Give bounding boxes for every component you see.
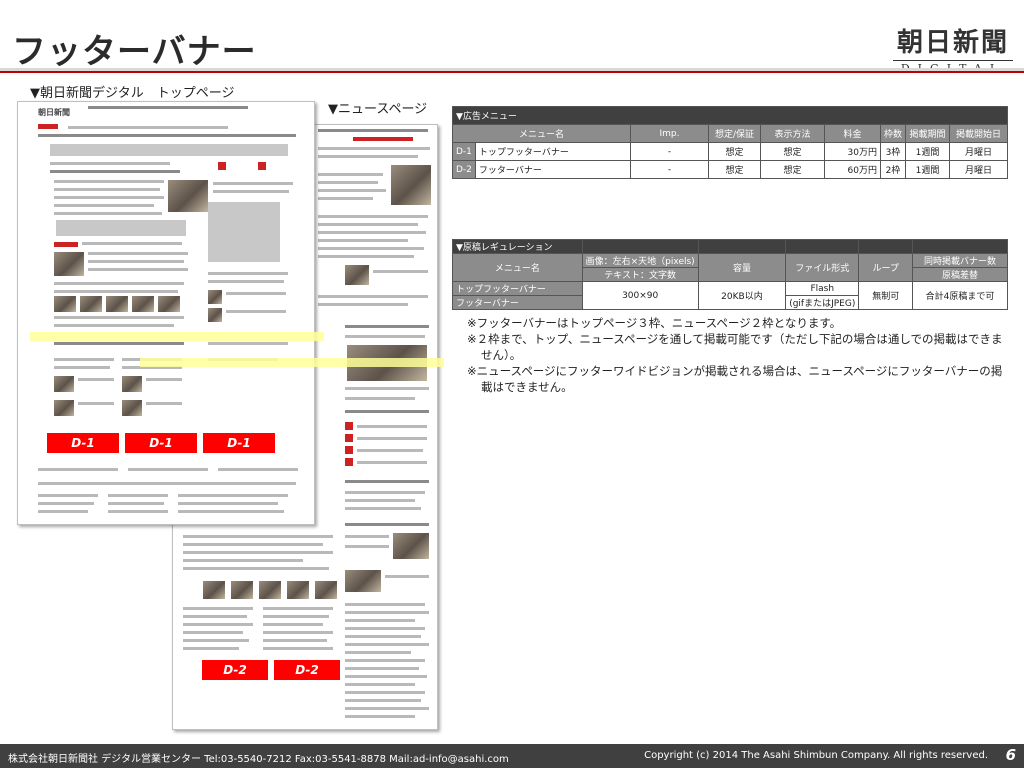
news-highlight-bar: [140, 358, 444, 367]
reg-header-rotation: 原稿差替: [912, 267, 1008, 282]
reg-row-top-footer: トップフッターバナー: [452, 281, 583, 296]
footer-copyright: Copyright (c) 2014 The Asahi Shimbun Com…: [644, 750, 988, 761]
reg-size: 300×90: [581, 281, 699, 310]
footer: 株式会社朝日新聞社 デジタル営業センター Tel:03-5540-7212 Fa…: [0, 744, 1024, 768]
header-start: 掲載開始日: [949, 124, 1008, 143]
ad-menu-table: ▼広告メニュー メニュー名 Imp. 想定/保証 表示方法 料金 枠数 掲載期間…: [452, 106, 1008, 179]
reg-header-text: テキスト：文字数: [581, 267, 699, 282]
caption-news-page: ▼ニュースページ: [328, 102, 428, 117]
note-2: ※２枠まで、トップ、ニュースページを通して掲載可能です（ただし下記の場合は通しで…: [467, 332, 1003, 362]
notes: ※フッターバナーはトップページ３枠、ニュースページ２枠となります。 ※２枠まで、…: [467, 315, 1007, 395]
menu-row-d2: D-2 フッターバナー - 想定 想定 60万円 2枠 1週間 月曜日: [452, 160, 1008, 179]
banner-d2-1: D-2: [202, 660, 268, 680]
header-imp: Imp.: [629, 124, 709, 143]
banner-d1-2: D-1: [125, 433, 197, 453]
banner-d1-3: D-1: [203, 433, 275, 453]
page-number: 6: [1005, 746, 1016, 764]
reg-format-image: (gifまたはJPEG): [785, 295, 860, 310]
reg-header-image: 画像：左右×天地（pixels): [581, 253, 699, 268]
note-1: ※フッターバナーはトップページ３枠、ニュースページ２枠となります。: [467, 316, 842, 330]
note-3: ※ニュースページにフッターワイドビジョンが掲載される場合は、ニュースページにフッ…: [467, 364, 1003, 394]
reg-format-flash: Flash: [785, 281, 860, 296]
top-highlight-bar: [30, 332, 324, 341]
reg-header-loop: ループ: [858, 253, 914, 282]
caption-top-page: ▼朝日新聞デジタル トップページ: [30, 86, 235, 101]
top-page-screenshot: 朝日新聞: [17, 101, 315, 525]
reg-header-capacity: 容量: [697, 253, 787, 282]
title-rule: [0, 68, 1024, 73]
reg-header-menu: メニュー名: [452, 253, 583, 282]
banner-d1-1: D-1: [47, 433, 119, 453]
banner-d2-2: D-2: [274, 660, 340, 680]
logo-main-text: 朝日新聞: [896, 28, 1009, 58]
reg-capacity: 20KB以内: [697, 281, 787, 310]
reg-row-footer: フッターバナー: [452, 295, 583, 310]
reg-loop: 無制可: [858, 281, 914, 310]
footer-contact: 株式会社朝日新聞社 デジタル営業センター Tel:03-5540-7212 Fa…: [8, 754, 509, 765]
header-slots: 枠数: [879, 124, 907, 143]
page-title: フッターバナー: [12, 32, 257, 72]
header-period: 掲載期間: [905, 124, 950, 143]
reg-header-simultaneous: 同時掲載バナー数: [912, 253, 1008, 268]
header-menu-name: メニュー名: [452, 124, 631, 143]
header-price: 料金: [823, 124, 881, 143]
ad-menu-caption: ▼広告メニュー: [452, 106, 1008, 125]
header-display: 表示方法: [759, 124, 825, 143]
reg-header-format: ファイル形式: [785, 253, 860, 282]
reg-rotation: 合計4原稿まで可: [912, 281, 1008, 310]
header-guarantee: 想定/保証: [707, 124, 761, 143]
regulation-caption: ▼原稿レギュレーション: [452, 239, 583, 254]
regulation-table: ▼原稿レギュレーション メニュー名 画像：左右×天地（pixels) 容量 ファ…: [452, 239, 1008, 310]
menu-row-d1: D-1 トップフッターバナー - 想定 想定 30万円 3枠 1週間 月曜日: [452, 142, 1008, 161]
